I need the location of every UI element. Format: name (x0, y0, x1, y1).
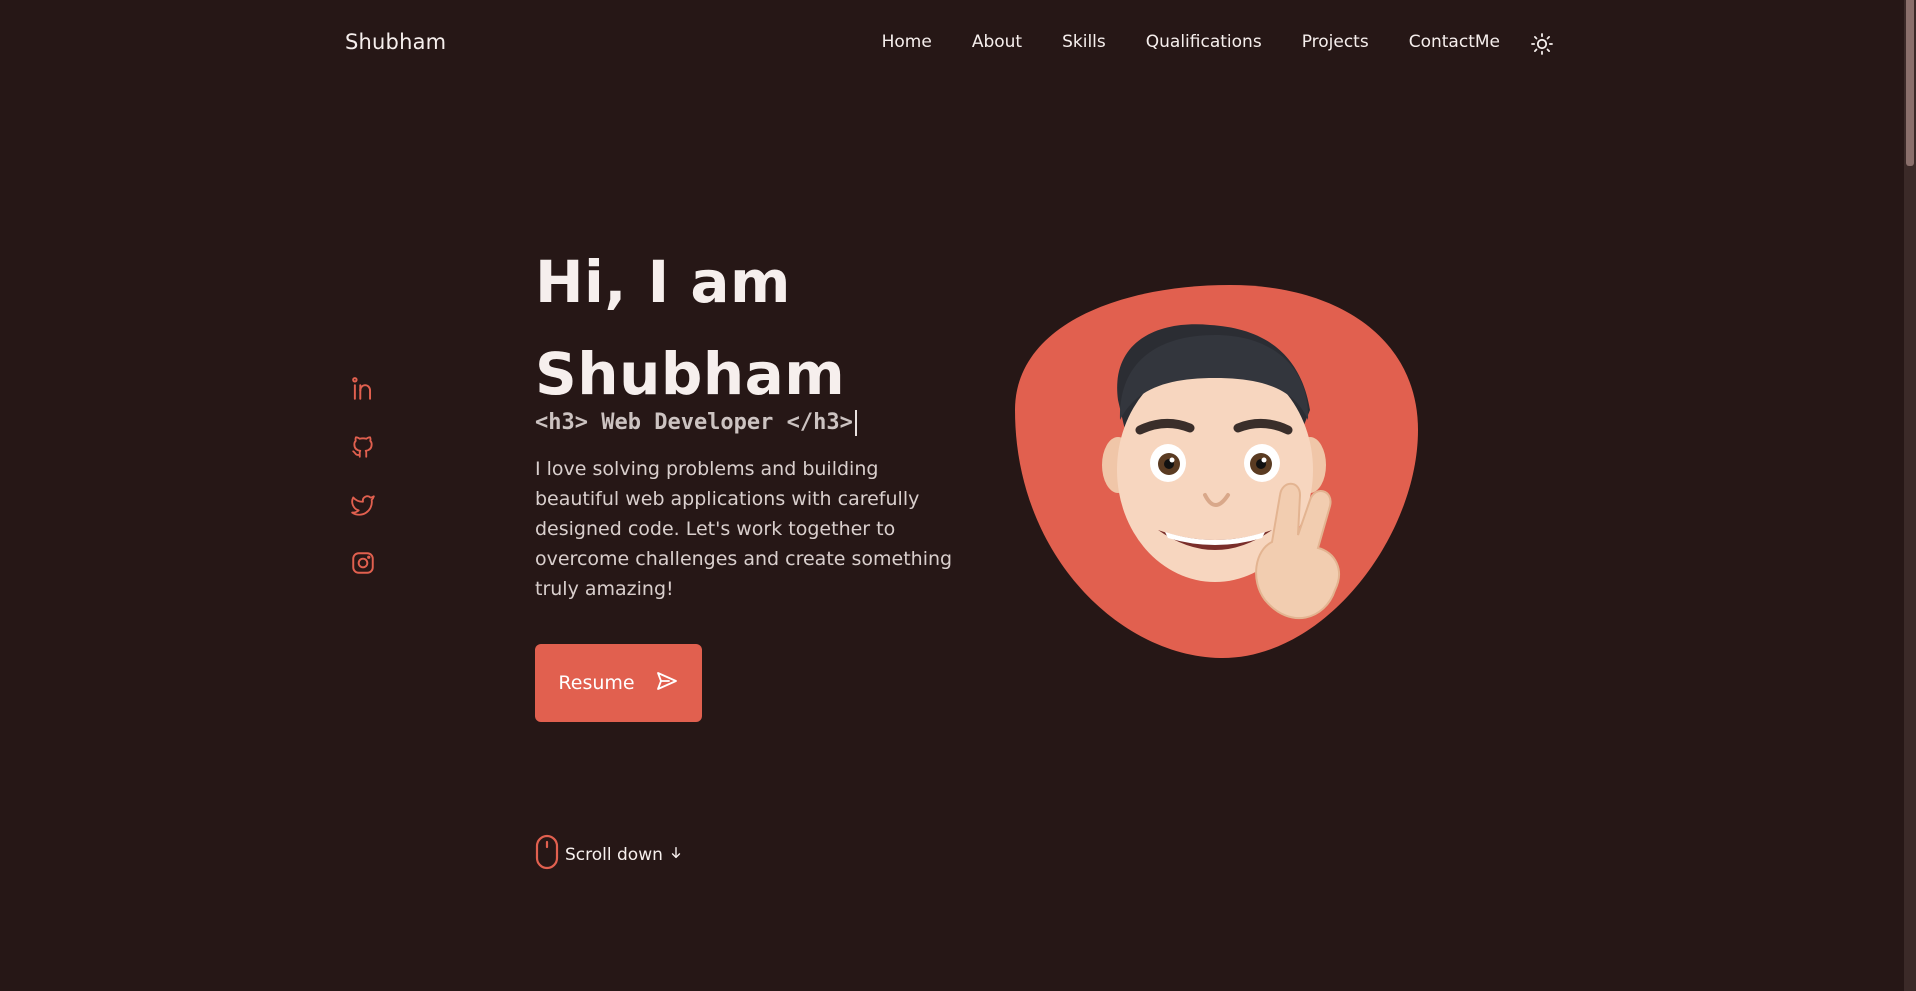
hero-title: Hi, I am Shubham (535, 236, 845, 420)
typing-cursor (854, 410, 857, 436)
logo[interactable]: Shubham (345, 30, 446, 54)
hero-description: I love solving problems and building bea… (535, 458, 953, 600)
linkedin-icon[interactable] (350, 376, 376, 402)
avatar-blob (1010, 280, 1430, 670)
nav-home[interactable]: Home (882, 32, 932, 52)
scroll-down-label: Scroll down (565, 844, 663, 865)
nav-skills[interactable]: Skills (1062, 32, 1106, 52)
arrow-down-icon (669, 845, 683, 865)
main-nav: Home About Skills Qualifications Project… (882, 32, 1500, 52)
hero-subtitle: <h3> Web Developer </h3> (535, 410, 857, 436)
sun-icon[interactable] (1530, 32, 1554, 56)
header: Shubham Home About Skills Qualifications… (0, 0, 1904, 90)
scrollbar[interactable] (1904, 0, 1916, 991)
scrollbar-thumb[interactable] (1906, 0, 1914, 166)
nav-projects[interactable]: Projects (1302, 32, 1369, 52)
nav-about[interactable]: About (972, 32, 1022, 52)
resume-button[interactable]: Resume (535, 644, 702, 722)
twitter-icon[interactable] (350, 492, 376, 518)
typed-text: <h3> Web Developer </h3> (535, 410, 853, 435)
instagram-icon[interactable] (350, 550, 376, 576)
nav-contactme[interactable]: ContactMe (1409, 32, 1500, 52)
mouse-icon (535, 834, 559, 875)
hero-title-line2: Shubham (535, 340, 846, 408)
scroll-down-link[interactable]: Scroll down (535, 834, 683, 875)
hero-title-line1: Hi, I am (535, 248, 791, 316)
send-icon (655, 669, 679, 698)
page: Shubham Home About Skills Qualifications… (0, 0, 1916, 991)
social-links (350, 376, 376, 576)
github-icon[interactable] (350, 434, 376, 460)
nav-qualifications[interactable]: Qualifications (1146, 32, 1262, 52)
resume-label: Resume (558, 672, 635, 694)
